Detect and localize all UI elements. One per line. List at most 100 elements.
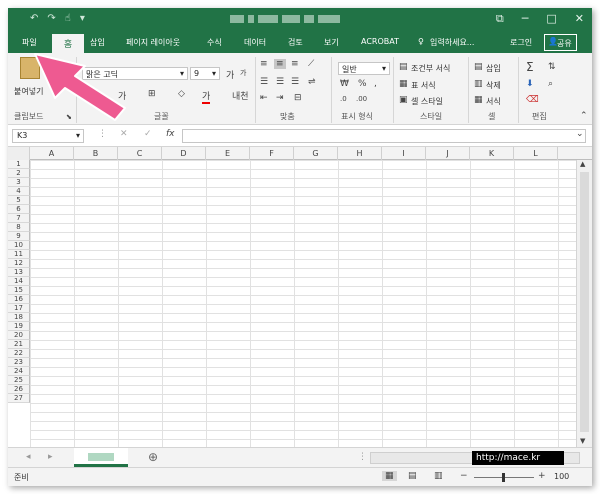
zoom-in-button[interactable]: + (538, 471, 546, 481)
row-header[interactable]: 8 (8, 223, 30, 232)
row-header[interactable]: 12 (8, 259, 30, 268)
tab-view[interactable]: 보기 (324, 37, 339, 48)
tab-review[interactable]: 검토 (288, 37, 303, 48)
row-header[interactable]: 20 (8, 331, 30, 340)
row-header[interactable]: 10 (8, 241, 30, 250)
conditional-format-button[interactable]: 조건부 서식 (411, 63, 450, 74)
wrap-text-icon[interactable]: ⇌ (308, 77, 316, 87)
align-left-icon[interactable]: ☰ (260, 77, 268, 87)
insert-button[interactable]: 삽입 (486, 63, 501, 74)
percent-icon[interactable]: % (358, 79, 367, 89)
cell-style-button[interactable]: 셀 스타일 (411, 96, 443, 107)
number-format-select[interactable]: 일반 ▾ (338, 62, 390, 75)
table-format-button[interactable]: 표 서식 (411, 80, 436, 91)
zoom-level[interactable]: 100 (554, 472, 569, 481)
row-header[interactable]: 13 (8, 268, 30, 277)
row-header[interactable]: 27 (8, 394, 30, 403)
delete-icon[interactable]: ▥ (474, 79, 483, 89)
row-header[interactable]: 19 (8, 322, 30, 331)
insert-icon[interactable]: ▤ (474, 62, 483, 72)
enter-icon[interactable]: ✓ (144, 129, 152, 139)
add-sheet-icon[interactable]: ⊕ (148, 450, 158, 464)
column-header[interactable]: F (250, 147, 294, 160)
column-header[interactable]: I (382, 147, 426, 160)
sum-icon[interactable]: Σ (526, 60, 534, 74)
clear-icon[interactable]: ⌫ (526, 95, 539, 105)
delete-button[interactable]: 삭제 (486, 80, 501, 91)
row-header[interactable]: 5 (8, 196, 30, 205)
sort-icon[interactable]: ⇅ (548, 62, 556, 72)
tell-me-box[interactable]: 입력하세요... (430, 37, 474, 48)
increase-indent-icon[interactable]: ⇥ (276, 93, 284, 103)
table-format-icon[interactable]: ▦ (399, 79, 408, 89)
formula-input[interactable] (182, 129, 586, 143)
tab-home[interactable]: 홈 (52, 34, 84, 53)
row-header[interactable]: 3 (8, 178, 30, 187)
column-header[interactable]: A (30, 147, 74, 160)
tab-page-layout[interactable]: 페이지 레이아웃 (126, 37, 180, 48)
find-icon[interactable]: ⌕ (548, 79, 553, 89)
row-header[interactable]: 1 (8, 160, 30, 169)
row-header[interactable]: 7 (8, 214, 30, 223)
row-header[interactable]: 2 (8, 169, 30, 178)
row-header[interactable]: 23 (8, 358, 30, 367)
undo-icon[interactable]: ↶ (30, 13, 38, 24)
fill-icon[interactable]: ⬇ (526, 79, 534, 89)
fill-color-icon[interactable]: ◇ (178, 89, 185, 99)
zoom-out-button[interactable]: − (460, 471, 468, 481)
align-top-icon[interactable]: ≡ (260, 59, 268, 69)
decrease-indent-icon[interactable]: ⇤ (260, 93, 268, 103)
page-break-icon[interactable]: ▥ (434, 471, 443, 481)
font-size-select[interactable]: 9 ▾ (190, 67, 220, 80)
cell-style-icon[interactable]: ▣ (399, 95, 408, 105)
column-header[interactable]: L (514, 147, 558, 160)
column-header[interactable]: J (426, 147, 470, 160)
scroll-down-icon[interactable]: ▼ (580, 437, 585, 445)
column-header[interactable]: C (118, 147, 162, 160)
column-header[interactable]: E (206, 147, 250, 160)
font-color-icon[interactable]: 가 (202, 89, 211, 104)
row-header[interactable]: 11 (8, 250, 30, 259)
column-header[interactable]: H (338, 147, 382, 160)
align-bottom-icon[interactable]: ≡ (291, 59, 299, 69)
split-handle-icon[interactable]: ⋮ (358, 452, 367, 462)
row-header[interactable]: 21 (8, 340, 30, 349)
decrease-decimal-icon[interactable]: .00 (356, 95, 367, 103)
close-button[interactable]: ✕ (575, 12, 584, 26)
minimize-button[interactable]: ─ (522, 12, 529, 26)
conditional-format-icon[interactable]: ▤ (399, 62, 408, 72)
align-middle-icon[interactable]: ≡ (274, 59, 286, 69)
orientation-icon[interactable]: ⟋ (308, 59, 314, 69)
customize-qat-icon[interactable]: ▾ (80, 13, 85, 24)
merge-icon[interactable]: ⊟ (294, 93, 302, 103)
tab-insert[interactable]: 삽입 (90, 37, 105, 48)
sheet-tab-active[interactable] (74, 448, 128, 467)
increase-decimal-icon[interactable]: .0 (340, 95, 347, 103)
row-header[interactable]: 15 (8, 286, 30, 295)
accounting-icon[interactable]: ₩ (340, 79, 349, 89)
column-header[interactable]: K (470, 147, 514, 160)
sign-in-link[interactable]: 로그인 (510, 37, 532, 48)
phonetic-icon[interactable]: 내천 (232, 89, 249, 102)
touch-mode-icon[interactable]: ☝ (65, 13, 71, 24)
column-header[interactable]: G (294, 147, 338, 160)
row-header[interactable]: 18 (8, 313, 30, 322)
cancel-icon[interactable]: ✕ (120, 129, 128, 139)
align-right-icon[interactable]: ☰ (291, 77, 299, 87)
row-header[interactable]: 26 (8, 385, 30, 394)
row-header[interactable]: 16 (8, 295, 30, 304)
scroll-up-icon[interactable]: ▲ (580, 160, 585, 168)
name-box[interactable]: K3 ▾ (12, 129, 84, 143)
collapse-ribbon-icon[interactable]: ⌃ (580, 111, 588, 121)
shrink-font-icon[interactable]: 가 (240, 68, 246, 78)
scroll-thumb[interactable] (580, 172, 589, 432)
format-button[interactable]: 서식 (486, 96, 501, 107)
prev-sheet-icon[interactable]: ◂ (26, 452, 31, 462)
next-sheet-icon[interactable]: ▸ (48, 452, 53, 462)
comma-icon[interactable]: , (374, 79, 377, 89)
tab-data[interactable]: 데이터 (244, 37, 266, 48)
row-header[interactable]: 6 (8, 205, 30, 214)
ribbon-display-icon[interactable]: ⧉ (496, 12, 504, 26)
tab-file[interactable]: 파일 (22, 37, 37, 48)
row-header[interactable]: 9 (8, 232, 30, 241)
